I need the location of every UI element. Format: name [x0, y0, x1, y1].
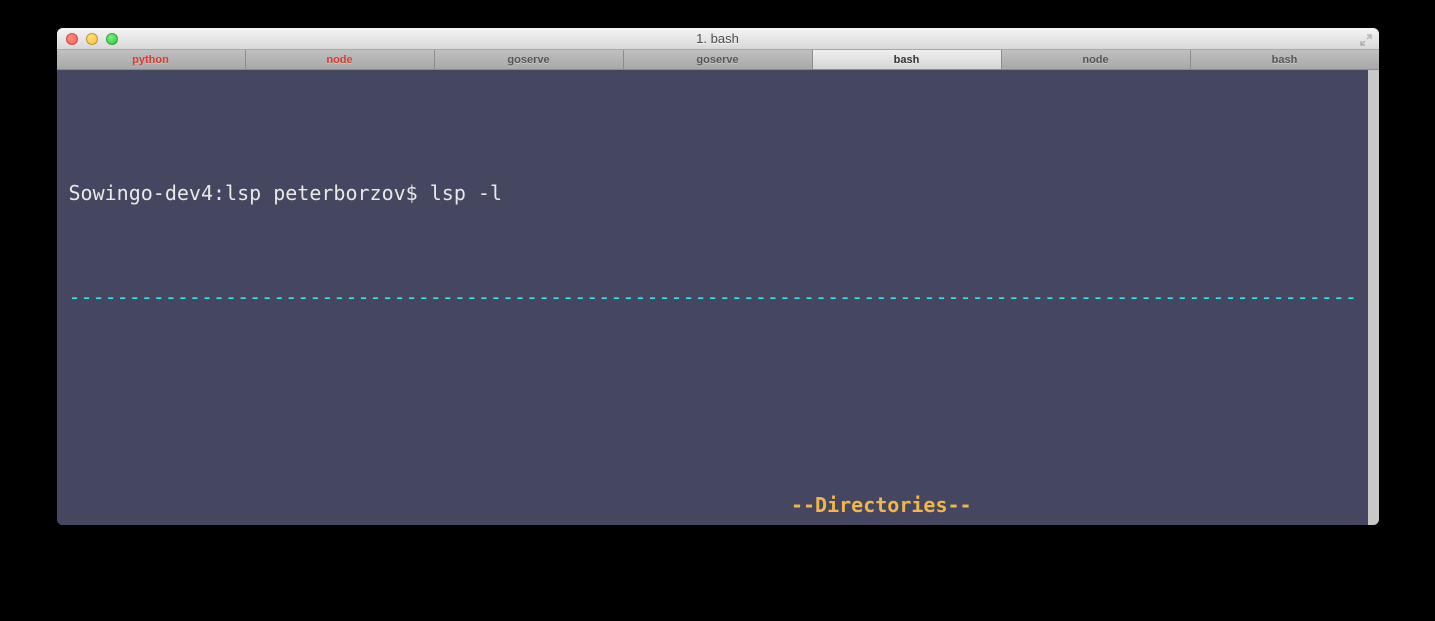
close-icon[interactable] [66, 33, 78, 45]
terminal-output[interactable]: Sowingo-dev4:lsp peterborzov$ lsp -l ---… [57, 70, 1379, 525]
prompt-host: Sowingo-dev4:lsp peterborzov$ [69, 181, 418, 205]
tab-bash[interactable]: bash [813, 50, 1002, 69]
divider-line: ----------------------------------------… [69, 284, 1359, 310]
terminal-frame: Sowingo-dev4:lsp peterborzov$ lsp -l ---… [57, 70, 1379, 525]
blank-line [69, 388, 1367, 414]
tab-node-2[interactable]: node [1002, 50, 1191, 69]
prompt-line: Sowingo-dev4:lsp peterborzov$ lsp -l [69, 180, 1367, 206]
prompt-command: lsp -l [430, 181, 502, 205]
scrollbar[interactable] [1368, 70, 1379, 525]
tab-goserve[interactable]: goserve [435, 50, 624, 69]
minimize-icon[interactable] [86, 33, 98, 45]
fullscreen-icon[interactable] [1359, 32, 1373, 46]
section-directories-header: --Directories-- [69, 492, 1367, 518]
zoom-icon[interactable] [106, 33, 118, 45]
tab-bash-2[interactable]: bash [1191, 50, 1379, 69]
traffic-lights [57, 33, 118, 45]
tab-python[interactable]: python [57, 50, 246, 69]
titlebar[interactable]: 1. bash [57, 28, 1379, 50]
tab-strip: python node goserve goserve bash node ba… [57, 50, 1379, 70]
tab-goserve-2[interactable]: goserve [624, 50, 813, 69]
terminal-window: 1. bash python node goserve goserve bash… [57, 28, 1379, 525]
tab-node[interactable]: node [246, 50, 435, 69]
window-title: 1. bash [57, 31, 1379, 46]
